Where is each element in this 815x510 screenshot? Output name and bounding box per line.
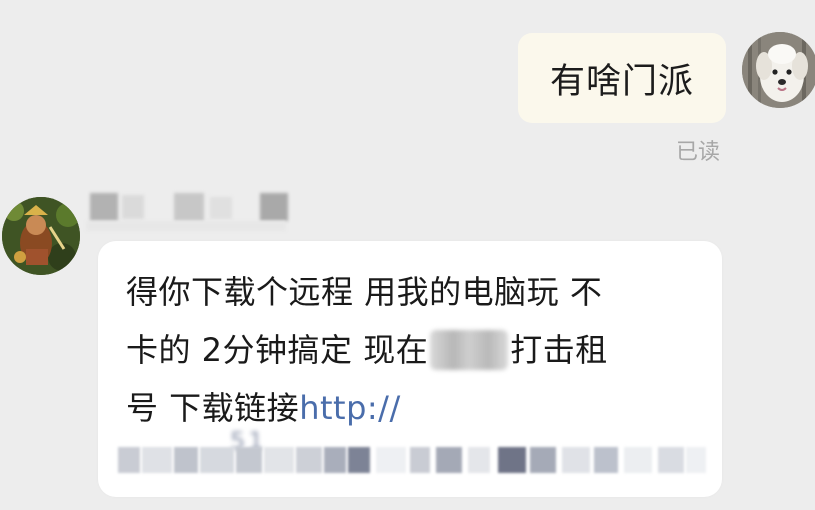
- my-avatar[interactable]: [742, 32, 815, 108]
- read-receipt: 已读: [676, 140, 721, 165]
- outgoing-message-text: 有啥门派: [549, 61, 694, 102]
- message-line-part: 打击租: [510, 331, 608, 369]
- message-line: 得你下载个远程 用我的电脑玩 不: [126, 273, 603, 311]
- redacted-text-block: [430, 330, 509, 370]
- download-link[interactable]: http://: [299, 389, 401, 427]
- url-redacted[interactable]: [118, 441, 708, 483]
- game-character-avatar-image: [2, 197, 80, 275]
- incoming-message-bubble[interactable]: 得你下载个远程 用我的电脑玩 不 卡的 2分钟搞定 现在 打击租 号 下载链接ht…: [98, 241, 722, 497]
- dog-avatar-image: [742, 32, 815, 108]
- message-line: 卡的 2分钟搞定 现在 打击租: [126, 321, 706, 379]
- message-line-part: 号 下载链接: [126, 389, 300, 427]
- contact-avatar[interactable]: [2, 197, 80, 275]
- contact-name-redacted: [86, 185, 296, 235]
- outgoing-message-bubble[interactable]: 有啥门派: [518, 33, 726, 123]
- incoming-message-text: 得你下载个远程 用我的电脑玩 不 卡的 2分钟搞定 现在 打击租 号 下载链接ht…: [126, 263, 706, 437]
- message-line: 号 下载链接http://: [126, 379, 706, 437]
- message-line-part: 卡的 2分钟搞定 现在: [126, 331, 429, 369]
